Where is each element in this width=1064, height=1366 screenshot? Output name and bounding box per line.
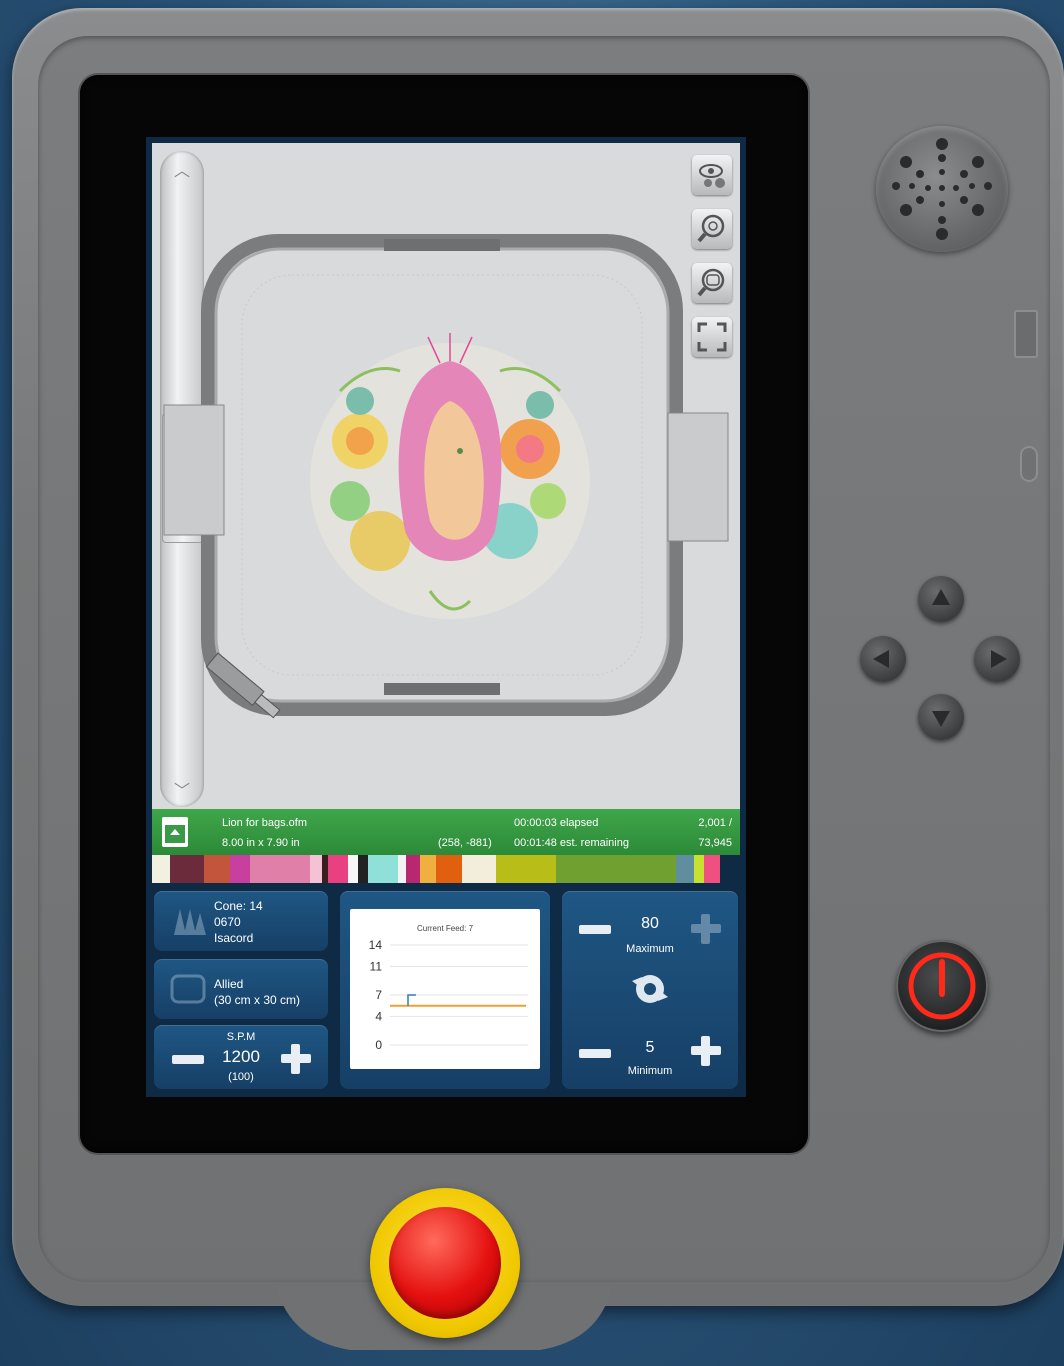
zoom-target-icon (697, 214, 725, 243)
thread-color-swatch[interactable] (310, 855, 322, 883)
thread-color-swatch[interactable] (676, 855, 694, 883)
stop-button-cap (389, 1207, 501, 1319)
spm-panel: S.P.M 1200 (100) (154, 1025, 328, 1089)
dpad-down-button[interactable] (918, 694, 964, 740)
thread-color-swatch[interactable] (398, 855, 406, 883)
eye-gear-icon (699, 164, 725, 188)
max-feed-increase-button[interactable] (690, 913, 722, 945)
stitch-total: 73,945 (698, 837, 732, 849)
chart-title: Current Feed: 7 (417, 924, 474, 933)
thread-color-swatch[interactable] (704, 855, 720, 883)
lion-embroidery-design (310, 333, 590, 619)
dpad-left-button[interactable] (860, 636, 906, 682)
plus-icon-vertical (291, 1044, 300, 1074)
arrow-right-icon (991, 650, 1007, 668)
thread-color-swatch[interactable] (152, 855, 170, 883)
zoom-hoop-icon (697, 268, 725, 297)
thread-color-swatch[interactable] (328, 855, 348, 883)
thread-cones-icon (174, 909, 206, 935)
elapsed-time: 00:00:03 elapsed (514, 817, 599, 829)
power-button[interactable] (896, 940, 988, 1032)
thread-color-swatch[interactable] (406, 855, 420, 883)
feed-chart-panel: Current Feed: 7 14 11 7 4 0 (340, 891, 550, 1089)
thread-color-swatch[interactable] (462, 855, 496, 883)
design-canvas[interactable]: ︿ ﹀ (152, 143, 740, 809)
cone-number: Cone: 14 (214, 899, 263, 913)
indicator-slot (1020, 446, 1038, 482)
feed-chart: Current Feed: 7 14 11 7 4 0 (369, 924, 528, 1052)
spm-label: S.P.M (226, 1031, 256, 1043)
thread-color-swatch[interactable] (694, 855, 704, 883)
design-file-icon (162, 817, 188, 847)
hoop-size: (30 cm x 30 cm) (214, 993, 301, 1007)
thread-cone-panel[interactable]: Cone: 14 0670 Isacord (154, 891, 328, 951)
arrow-down-icon (932, 711, 950, 727)
chart-y-tick-label: 0 (375, 1038, 382, 1052)
chart-y-tick-label: 14 (369, 938, 383, 952)
emergency-stop-button[interactable] (370, 1188, 520, 1338)
feed-chart-card: Current Feed: 7 14 11 7 4 0 (350, 909, 540, 1069)
fullscreen-button[interactable] (692, 317, 732, 357)
thread-color-swatch[interactable] (358, 855, 368, 883)
thread-color-swatch[interactable] (348, 855, 358, 883)
design-info-bar: Lion for bags.ofm 8.00 in x 7.90 in (258… (152, 809, 740, 855)
arrow-up-icon (932, 589, 950, 605)
power-icon (908, 952, 976, 1020)
remaining-time: 00:01:48 est. remaining (514, 837, 629, 849)
max-feed-label: Maximum (626, 943, 674, 955)
chart-y-tick-label: 11 (370, 959, 383, 973)
min-feed-increase-button[interactable] (690, 1035, 722, 1067)
fullscreen-icon (697, 322, 727, 352)
chart-y-tick-label: 7 (375, 988, 382, 1002)
view-settings-button[interactable] (692, 155, 732, 195)
thread-color-swatch[interactable] (436, 855, 462, 883)
thread-brand: Isacord (214, 931, 254, 945)
touch-screen: ︿ ﹀ Lion for bags.ofm 8.00 in x 7.90 in … (146, 137, 746, 1097)
thread-color-swatch[interactable] (368, 855, 398, 883)
arrow-left-icon (873, 650, 889, 668)
plus-icon-vertical (701, 914, 710, 944)
thread-color-strip[interactable] (152, 855, 740, 883)
hoop-panel[interactable]: Allied (30 cm x 30 cm) (154, 959, 328, 1019)
feed-limits-panel: 80 Maximum 5 Minimum (562, 891, 738, 1089)
speaker-grille-icon (876, 126, 1008, 252)
zoom-fit-button[interactable] (692, 209, 732, 249)
file-name: Lion for bags.ofm (222, 817, 307, 829)
min-feed-label: Minimum (627, 1065, 673, 1077)
stitch-current: 2,001 / (698, 817, 732, 829)
thread-color-swatch[interactable] (496, 855, 556, 883)
dpad-right-button[interactable] (974, 636, 1020, 682)
thread-color-swatch[interactable] (230, 855, 250, 883)
needle-coordinates: (258, -881) (438, 837, 492, 849)
usb-slot (1014, 310, 1038, 358)
thread-color-swatch[interactable] (204, 855, 230, 883)
thread-code: 0670 (214, 915, 241, 929)
chart-series-line (407, 994, 416, 1006)
dpad-up-button[interactable] (918, 576, 964, 622)
chart-y-tick-label: 4 (375, 1009, 382, 1023)
feed-motor-icon (632, 975, 668, 1003)
thread-color-swatch[interactable] (556, 855, 676, 883)
hoop-icon (170, 974, 206, 1004)
design-size: 8.00 in x 7.90 in (222, 837, 300, 849)
thread-color-swatch[interactable] (250, 855, 310, 883)
zoom-hoop-button[interactable] (692, 263, 732, 303)
spm-increase-button[interactable] (280, 1043, 312, 1075)
thread-color-swatch[interactable] (420, 855, 436, 883)
plus-icon-vertical (701, 1036, 710, 1066)
thread-color-swatch[interactable] (170, 855, 204, 883)
hoop-name: Allied (214, 977, 244, 991)
